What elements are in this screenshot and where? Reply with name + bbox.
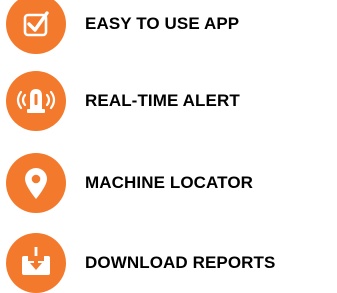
feature-item-machine-locator: MACHINE LOCATOR (6, 153, 336, 213)
feature-label: REAL-TIME ALERT (85, 91, 240, 110)
feature-item-easy-to-use-app: EASY TO USE APP (6, 0, 336, 54)
feature-list: EASY TO USE APP REAL-TIME ALERT MACHINE … (0, 0, 337, 293)
feature-label: MACHINE LOCATOR (85, 173, 254, 192)
feature-label: EASY TO USE APP (85, 14, 240, 33)
alarm-beacon-icon (6, 71, 66, 131)
feature-item-download-reports: DOWNLOAD REPORTS (6, 233, 336, 293)
map-pin-icon (6, 153, 66, 213)
checkbox-icon (6, 0, 66, 54)
download-tray-icon (6, 233, 66, 293)
feature-label: DOWNLOAD REPORTS (85, 253, 276, 272)
feature-item-real-time-alert: REAL-TIME ALERT (6, 71, 336, 131)
